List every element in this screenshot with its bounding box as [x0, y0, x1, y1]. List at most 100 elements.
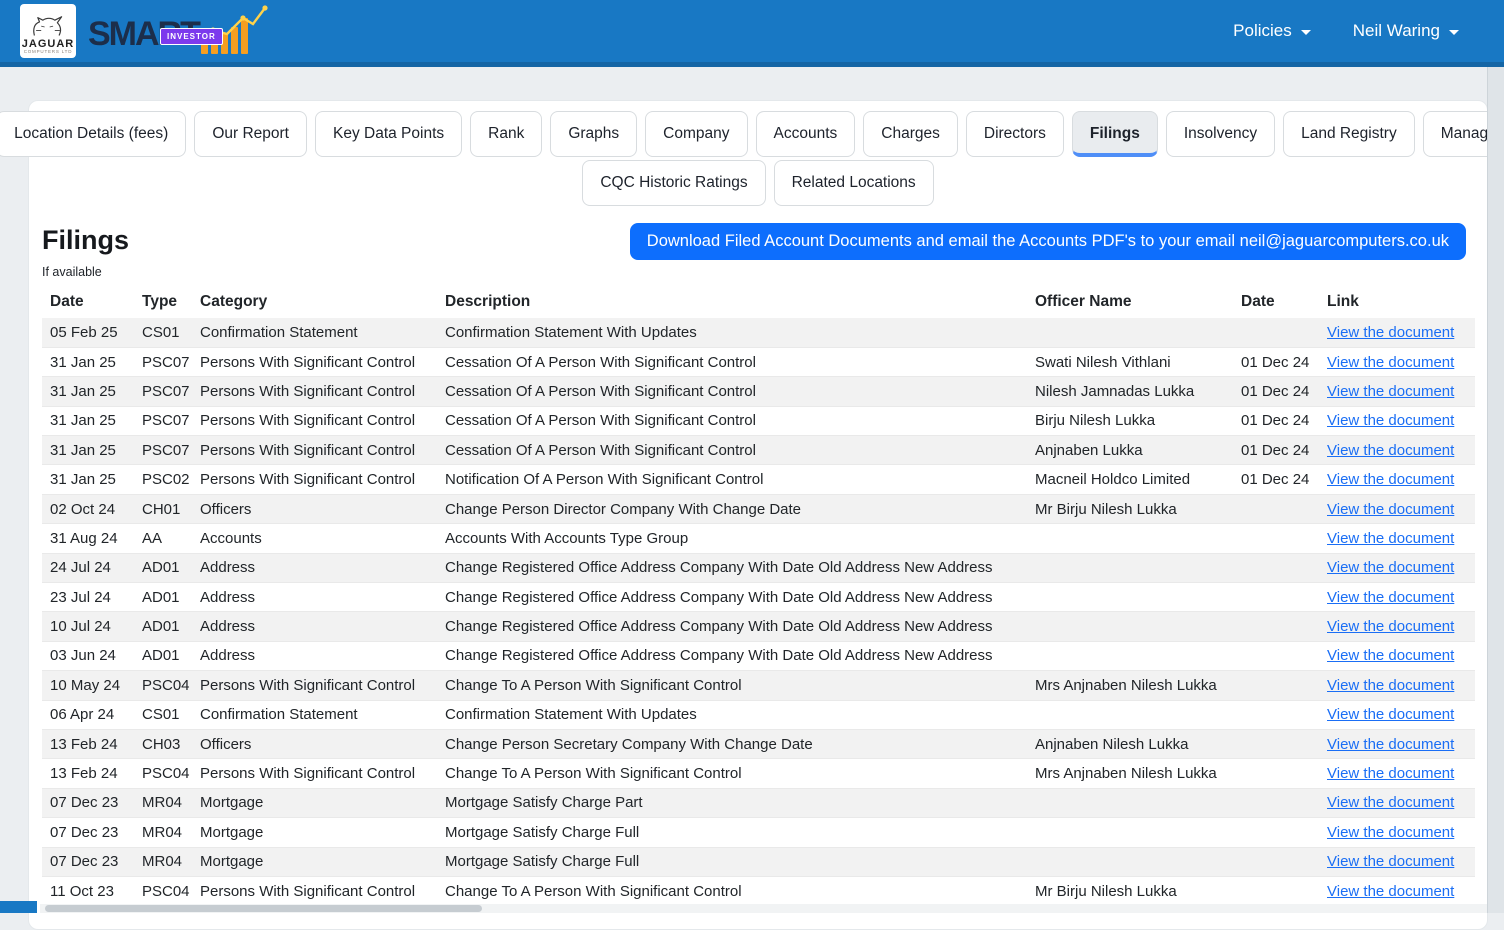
column-header-date: Date — [42, 286, 134, 318]
cell-date: 02 Oct 24 — [42, 494, 134, 523]
cell-officer: Nilesh Jamnadas Lukka — [1027, 377, 1233, 406]
view-document-link[interactable]: View the document — [1327, 324, 1454, 341]
cell-type: MR04 — [134, 818, 192, 847]
cell-type: CH01 — [134, 494, 192, 523]
table-row: 03 Jun 24AD01AddressChange Registered Of… — [42, 641, 1475, 670]
cell-description: Change Registered Office Address Company… — [437, 553, 1027, 582]
view-document-link[interactable]: View the document — [1327, 471, 1454, 488]
view-document-link[interactable]: View the document — [1327, 765, 1454, 782]
cell-description: Accounts With Accounts Type Group — [437, 524, 1027, 553]
tab-our-report[interactable]: Our Report — [194, 111, 307, 157]
view-document-link[interactable]: View the document — [1327, 442, 1454, 459]
tab-rank[interactable]: Rank — [470, 111, 542, 157]
cell-category: Persons With Significant Control — [192, 377, 437, 406]
download-accounts-button[interactable]: Download Filed Account Documents and ema… — [630, 223, 1466, 260]
cell-description: Change Registered Office Address Company… — [437, 612, 1027, 641]
user-menu[interactable]: Neil Waring — [1353, 21, 1459, 41]
cell-category: Persons With Significant Control — [192, 347, 437, 376]
cell-link: View the document — [1319, 406, 1475, 435]
cell-date2: 01 Dec 24 — [1233, 377, 1319, 406]
cell-date: 07 Dec 23 — [42, 788, 134, 817]
cell-type: PSC07 — [134, 377, 192, 406]
cell-category: Mortgage — [192, 818, 437, 847]
cell-description: Change To A Person With Significant Cont… — [437, 759, 1027, 788]
jaguar-head-icon — [31, 15, 65, 39]
cell-date2 — [1233, 700, 1319, 729]
cell-link: View the document — [1319, 700, 1475, 729]
cell-description: Mortgage Satisfy Charge Part — [437, 788, 1027, 817]
tab-insolvency[interactable]: Insolvency — [1166, 111, 1275, 157]
cell-date: 31 Jan 25 — [42, 465, 134, 494]
view-document-link[interactable]: View the document — [1327, 824, 1454, 841]
cell-category: Address — [192, 612, 437, 641]
table-row: 07 Dec 23MR04MortgageMortgage Satisfy Ch… — [42, 847, 1475, 876]
tab-land-registry[interactable]: Land Registry — [1283, 111, 1415, 157]
table-row: 07 Dec 23MR04MortgageMortgage Satisfy Ch… — [42, 788, 1475, 817]
cell-description: Change To A Person With Significant Cont… — [437, 671, 1027, 700]
view-document-link[interactable]: View the document — [1327, 677, 1454, 694]
table-row: 13 Feb 24CH03OfficersChange Person Secre… — [42, 729, 1475, 758]
view-document-link[interactable]: View the document — [1327, 618, 1454, 635]
tab-location-details-fees[interactable]: Location Details (fees) — [0, 111, 186, 157]
table-row: 07 Dec 23MR04MortgageMortgage Satisfy Ch… — [42, 818, 1475, 847]
tab-accounts[interactable]: Accounts — [756, 111, 856, 157]
view-document-link[interactable]: View the document — [1327, 794, 1454, 811]
table-row: 06 Apr 24CS01Confirmation StatementConfi… — [42, 700, 1475, 729]
view-document-link[interactable]: View the document — [1327, 559, 1454, 576]
tab-charges[interactable]: Charges — [863, 111, 958, 157]
view-document-link[interactable]: View the document — [1327, 589, 1454, 606]
vertical-scrollbar[interactable] — [1487, 67, 1504, 913]
cell-category: Confirmation Statement — [192, 318, 437, 347]
cell-link: View the document — [1319, 788, 1475, 817]
cell-date: 23 Jul 24 — [42, 583, 134, 612]
cell-date: 31 Jan 25 — [42, 436, 134, 465]
column-header-type: Type — [134, 286, 192, 318]
cell-description: Mortgage Satisfy Charge Full — [437, 818, 1027, 847]
tab-bar-row1: Location Details (fees)Our ReportKey Dat… — [42, 111, 1474, 157]
cell-date2 — [1233, 612, 1319, 641]
tab-key-data-points[interactable]: Key Data Points — [315, 111, 462, 157]
cell-link: View the document — [1319, 524, 1475, 553]
view-document-link[interactable]: View the document — [1327, 383, 1454, 400]
cell-link: View the document — [1319, 641, 1475, 670]
view-document-link[interactable]: View the document — [1327, 647, 1454, 664]
policies-menu[interactable]: Policies — [1233, 21, 1311, 41]
table-row: 31 Jan 25PSC07Persons With Significant C… — [42, 347, 1475, 376]
cell-description: Cessation Of A Person With Significant C… — [437, 347, 1027, 376]
cell-officer — [1027, 700, 1233, 729]
cell-link: View the document — [1319, 612, 1475, 641]
view-document-link[interactable]: View the document — [1327, 883, 1454, 900]
column-header-category: Category — [192, 286, 437, 318]
chevron-down-icon — [1449, 30, 1459, 35]
cell-date: 13 Feb 24 — [42, 729, 134, 758]
cell-officer — [1027, 318, 1233, 347]
view-document-link[interactable]: View the document — [1327, 354, 1454, 371]
tab-directors[interactable]: Directors — [966, 111, 1064, 157]
view-document-link[interactable]: View the document — [1327, 853, 1454, 870]
table-row: 02 Oct 24CH01OfficersChange Person Direc… — [42, 494, 1475, 523]
horizontal-scrollbar-thumb[interactable] — [45, 905, 482, 912]
tab-cqc-historic-ratings[interactable]: CQC Historic Ratings — [582, 160, 765, 206]
tab-graphs[interactable]: Graphs — [550, 111, 637, 157]
cell-type: CS01 — [134, 318, 192, 347]
tab-filings[interactable]: Filings — [1072, 111, 1158, 157]
cell-category: Officers — [192, 729, 437, 758]
filings-table: DateTypeCategoryDescriptionOfficer NameD… — [42, 286, 1475, 906]
horizontal-scrollbar[interactable] — [40, 904, 1487, 913]
view-document-link[interactable]: View the document — [1327, 736, 1454, 753]
tab-company[interactable]: Company — [645, 111, 747, 157]
view-document-link[interactable]: View the document — [1327, 706, 1454, 723]
view-document-link[interactable]: View the document — [1327, 501, 1454, 518]
cell-link: View the document — [1319, 436, 1475, 465]
user-menu-label: Neil Waring — [1353, 21, 1440, 41]
cell-category: Address — [192, 553, 437, 582]
cell-officer: Mr Birju Nilesh Lukka — [1027, 494, 1233, 523]
view-document-link[interactable]: View the document — [1327, 530, 1454, 547]
cell-date: 31 Jan 25 — [42, 347, 134, 376]
cell-officer — [1027, 524, 1233, 553]
cell-date2: 01 Dec 24 — [1233, 347, 1319, 376]
tab-related-locations[interactable]: Related Locations — [774, 160, 934, 206]
bottom-left-accent — [0, 901, 37, 913]
view-document-link[interactable]: View the document — [1327, 412, 1454, 429]
table-header-row: DateTypeCategoryDescriptionOfficer NameD… — [42, 286, 1475, 318]
